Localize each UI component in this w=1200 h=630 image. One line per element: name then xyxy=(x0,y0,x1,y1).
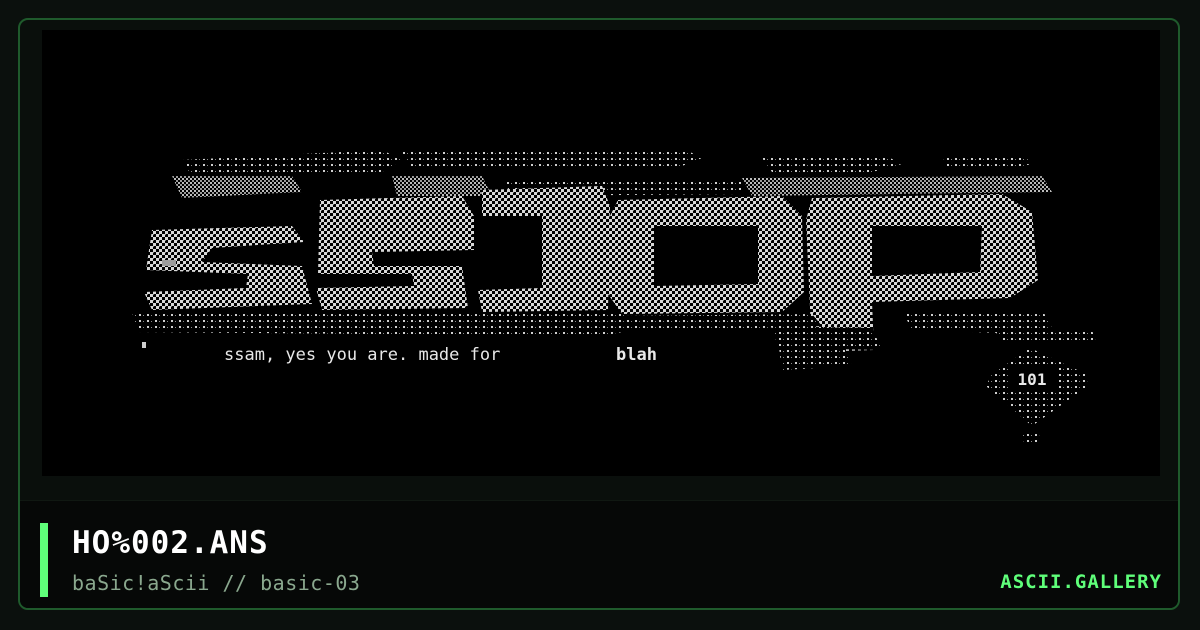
card-frame: ssam, yes you are. made for blah 101 HO%… xyxy=(18,18,1180,610)
site-name[interactable]: ASCII.GALLERY xyxy=(1000,571,1162,593)
logo-underline xyxy=(132,310,1096,350)
art-tagline-bold: blah xyxy=(616,345,657,365)
accent-bar xyxy=(40,523,48,597)
logo-top-strokes xyxy=(172,148,1052,198)
ascii-art-image: ssam, yes you are. made for blah 101 xyxy=(132,148,1096,444)
file-title: HO%002.ANS xyxy=(72,525,269,561)
caption-bar: HO%002.ANS baSic!aScii // basic-03 ASCII… xyxy=(20,500,1178,608)
badge-diamond: 101 xyxy=(986,348,1088,444)
badge-number: 101 xyxy=(1018,370,1047,389)
ascii-art-panel: ssam, yes you are. made for blah 101 xyxy=(42,30,1160,476)
art-tagline: ssam, yes you are. made for xyxy=(224,345,500,365)
file-subtitle: baSic!aScii // basic-03 xyxy=(72,571,361,595)
